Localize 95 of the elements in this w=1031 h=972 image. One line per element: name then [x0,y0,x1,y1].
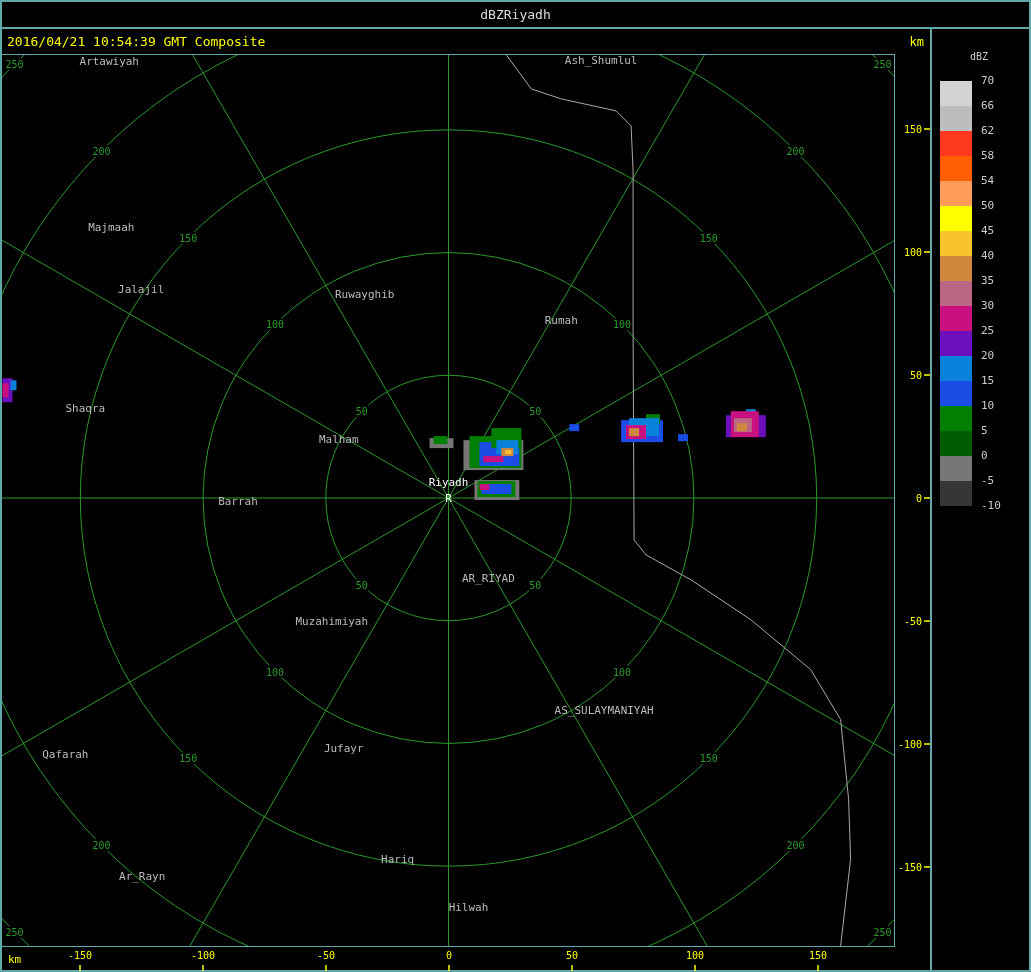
range-label: 100 [265,666,284,678]
axis-label: -100 [897,739,922,750]
tick-mark [923,128,930,130]
unit-label: km [909,34,924,49]
place-label: Ar_Rayn [119,870,166,884]
place-label: Shaqra [65,402,106,416]
range-label: 200 [92,145,111,157]
axis-label: 0 [915,493,922,504]
legend-title: dBZ [970,51,989,62]
unit-label: km [8,953,22,966]
range-label: 150 [699,232,718,244]
tick-mark [202,964,204,971]
legend-label: 66 [981,99,995,112]
tick-mark [923,866,930,868]
legend-label: 30 [981,299,995,312]
axis-label: -150 [897,862,922,873]
window-title: dBZRiyadh [480,7,551,22]
place-label: Ruwayghib [334,288,395,302]
place-label: Artawiyah [79,55,139,68]
legend-label: 70 [981,74,995,87]
legend-label: 20 [981,349,995,362]
range-label: 200 [786,840,805,852]
tick-mark [923,497,930,499]
legend-label: 35 [981,274,995,287]
axis-label: 0 [446,950,452,961]
range-label: 250 [873,59,892,71]
radar-echo-drawing [429,436,454,449]
axis-label: 150 [808,950,828,961]
range-label: 150 [699,753,718,765]
legend-label: 62 [981,124,995,137]
range-label: 250 [5,59,24,71]
axis-label: 100 [685,950,705,961]
tick-mark [817,964,819,971]
radar-echo-drawing [474,480,520,500]
legend-label: 0 [981,449,988,462]
radar-echo-drawing [678,434,688,442]
axis-label: -150 [67,950,93,961]
range-label: 200 [92,840,111,852]
tick-mark [923,743,930,745]
legend-label: 15 [981,374,995,387]
site-marker: R [445,492,452,505]
tick-mark [923,620,930,622]
timestamp-label: 2016/04/21 10:54:39 GMT Composite [7,34,266,49]
place-label: Barrah [218,495,258,508]
range-label: 250 [873,926,892,938]
axis-label: -100 [190,950,216,961]
radar-echo-drawing [463,428,524,471]
range-label: 250 [5,926,24,938]
legend-label: 5 [981,424,988,437]
radar-echo-drawing [725,409,766,438]
place-label: Jalajil [118,283,165,297]
range-label: 50 [355,579,368,591]
place-label: AR_RIYAD [462,571,515,585]
legend-label: 10 [981,399,995,412]
legend-label: -5 [981,474,995,487]
legend-label: 40 [981,249,995,262]
axis-label: 50 [909,370,922,381]
range-label: 100 [613,319,632,331]
legend-label: 54 [981,174,995,187]
axis-label: -50 [903,616,922,627]
range-label: 50 [529,579,542,591]
place-label: Hariq [381,853,415,867]
tick-mark [79,964,81,971]
place-label: Muzahimiyah [295,614,369,628]
range-label: 50 [355,406,368,418]
legend-label: 45 [981,224,995,237]
legend-label: 58 [981,149,995,162]
range-label: 100 [265,319,284,331]
tick-mark [923,374,930,376]
legend-label: 25 [981,324,995,337]
legend-label: -10 [981,499,1001,512]
place-label: Hilwah [448,901,489,915]
axis-label: -50 [316,950,336,961]
place-label: Jufayr [323,742,364,756]
axis-label: 100 [903,247,922,258]
radar-echo-drawing [569,424,580,432]
axis-label: 150 [903,124,922,135]
place-label: Ash_Shumlul [564,54,638,67]
place-label: Qafarah [42,748,89,762]
radar-echo-drawing [621,414,663,443]
tick-mark [325,964,327,971]
radar-echo-drawing [2,378,17,403]
tick-mark [571,964,573,971]
range-label: 150 [179,753,198,765]
range-label: 150 [179,232,198,244]
axis-label: 50 [566,950,578,961]
range-label: 50 [529,406,542,418]
tick-mark [923,251,930,253]
tick-mark [694,964,696,971]
legend-label: 50 [981,199,995,212]
tick-mark [448,964,450,971]
range-label: 100 [613,666,632,678]
range-label: 200 [786,145,805,157]
place-label: Rumah [544,314,578,328]
place-label: Majmaah [88,220,135,234]
